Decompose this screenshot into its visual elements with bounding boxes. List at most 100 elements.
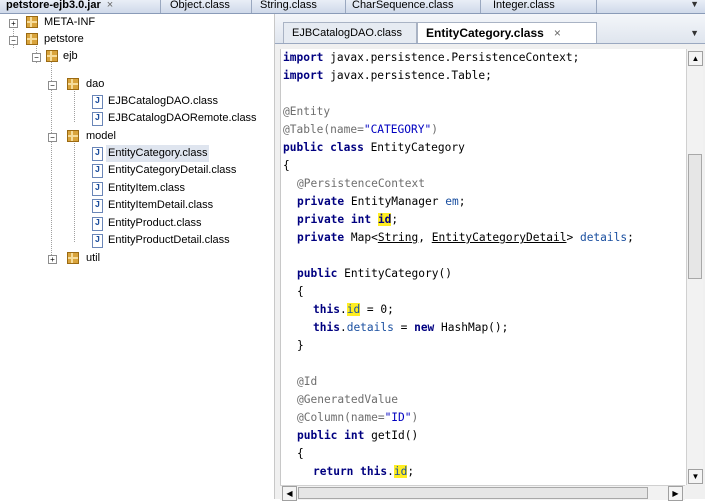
tree-node-petstore[interactable]: − petstore bbox=[0, 31, 270, 48]
package-icon bbox=[46, 50, 58, 62]
tab-entitycategory[interactable]: EntityCategory.class × bbox=[417, 22, 597, 43]
scroll-up-icon[interactable]: ▲ bbox=[688, 51, 703, 66]
tree-node-label: EntityItemDetail.class bbox=[108, 199, 214, 211]
code-line: @GeneratedValue bbox=[297, 393, 399, 406]
code-line: { bbox=[297, 447, 304, 460]
package-icon bbox=[67, 130, 79, 142]
code-line: import javax.persistence.PersistenceCont… bbox=[283, 51, 580, 64]
tab-string-class[interactable]: String.class bbox=[256, 0, 321, 13]
code-line: public int getId() bbox=[297, 429, 419, 442]
code-line: this.details = new HashMap(); bbox=[313, 321, 509, 334]
editor-tab-list-icon[interactable]: ▼ bbox=[690, 28, 699, 38]
tab-charsequence-class[interactable]: CharSequence.class bbox=[348, 0, 458, 13]
code-editor[interactable]: import javax.persistence.PersistenceCont… bbox=[280, 49, 686, 485]
project-tree: + META-INF − petstore − ejb − dao J EJBC… bbox=[0, 14, 275, 499]
tab-list-dropdown-icon[interactable]: ▼ bbox=[690, 0, 699, 9]
code-line: { bbox=[283, 159, 290, 172]
tree-node-label: EntityProductDetail.class bbox=[108, 234, 230, 246]
tab-label: EJBCatalogDAO.class bbox=[292, 27, 403, 39]
tree-node-util[interactable]: + util bbox=[0, 250, 270, 267]
tree-node-model[interactable]: − model bbox=[0, 128, 270, 145]
tab-label: String.class bbox=[260, 0, 317, 11]
class-file-icon: J bbox=[92, 182, 103, 196]
code-line: @Column(name="ID") bbox=[297, 411, 419, 424]
tree-node-label: EntityProduct.class bbox=[108, 217, 202, 229]
tree-node-file-selected[interactable]: J EntityCategory.class bbox=[0, 145, 270, 162]
tab-integer-class[interactable]: Integer.class bbox=[489, 0, 559, 13]
class-file-icon: J bbox=[92, 234, 103, 248]
tree-node-label: model bbox=[86, 130, 116, 142]
editor-tab-bar: EJBCatalogDAO.class EntityCategory.class… bbox=[275, 14, 705, 44]
code-line: @Entity bbox=[283, 105, 331, 118]
code-line: @PersistenceContext bbox=[297, 177, 425, 190]
package-icon bbox=[67, 78, 79, 90]
tab-separator bbox=[345, 0, 346, 13]
tree-node-label: EntityCategory.class bbox=[106, 145, 210, 162]
tab-ejbcatalogdao[interactable]: EJBCatalogDAO.class bbox=[283, 22, 417, 43]
code-line: } bbox=[297, 339, 304, 352]
code-line: return this.id; bbox=[313, 465, 415, 478]
code-line: @Table(name="CATEGORY") bbox=[283, 123, 438, 136]
code-line: private EntityManager em; bbox=[297, 195, 466, 208]
code-line: @Id bbox=[297, 375, 318, 388]
tree-node-file[interactable]: J EJBCatalogDAORemote.class bbox=[0, 110, 270, 127]
tab-separator bbox=[596, 0, 597, 13]
close-icon[interactable]: × bbox=[554, 26, 561, 40]
code-line: import javax.persistence.Table; bbox=[283, 69, 492, 82]
tree-node-label: util bbox=[86, 252, 101, 264]
tab-object-class[interactable]: Object.class bbox=[166, 0, 234, 13]
code-line: private int id; bbox=[297, 213, 399, 226]
collapse-icon[interactable]: − bbox=[48, 81, 57, 90]
class-file-icon: J bbox=[92, 95, 103, 109]
tab-label: CharSequence.class bbox=[352, 0, 454, 11]
tab-petstore-jar[interactable]: petstore-ejb3.0.jar × bbox=[2, 0, 117, 13]
tab-separator bbox=[251, 0, 252, 13]
tree-node-label: petstore bbox=[44, 33, 84, 45]
expand-icon[interactable]: + bbox=[48, 255, 57, 264]
tree-node-file[interactable]: J EntityItemDetail.class bbox=[0, 197, 270, 214]
class-file-icon: J bbox=[92, 147, 103, 161]
top-tab-bar: petstore-ejb3.0.jar × Object.class String… bbox=[0, 0, 705, 14]
tab-separator bbox=[480, 0, 481, 13]
tree-node-meta-inf[interactable]: + META-INF bbox=[0, 14, 270, 31]
tree-node-ejb[interactable]: − ejb bbox=[0, 48, 270, 65]
class-file-icon: J bbox=[92, 199, 103, 213]
close-icon[interactable]: × bbox=[107, 0, 113, 11]
tab-label: petstore-ejb3.0.jar bbox=[6, 0, 101, 11]
code-line: public EntityCategory() bbox=[297, 267, 452, 280]
tree-node-file[interactable]: J EntityCategoryDetail.class bbox=[0, 162, 270, 179]
horizontal-scrollbar[interactable]: ◀ ▶ bbox=[280, 485, 685, 501]
code-line: private Map<String, EntityCategoryDetail… bbox=[297, 231, 634, 244]
package-icon bbox=[26, 33, 38, 45]
code-line: public class EntityCategory bbox=[283, 141, 465, 154]
tree-node-file[interactable]: J EntityProduct.class bbox=[0, 215, 270, 232]
package-icon bbox=[67, 252, 79, 264]
code-line: this.id = 0; bbox=[313, 303, 394, 316]
tree-node-label: EJBCatalogDAORemote.class bbox=[108, 112, 257, 124]
expand-icon[interactable]: + bbox=[9, 19, 18, 28]
tree-node-label: ejb bbox=[63, 50, 78, 62]
class-file-icon: J bbox=[92, 217, 103, 231]
code-line: { bbox=[297, 285, 304, 298]
class-file-icon: J bbox=[92, 112, 103, 126]
scroll-thumb[interactable] bbox=[298, 487, 648, 499]
vertical-scrollbar[interactable]: ▲ ▼ bbox=[686, 49, 703, 485]
tab-label: Integer.class bbox=[493, 0, 555, 11]
tree-node-label: META-INF bbox=[44, 16, 96, 28]
tab-label: Object.class bbox=[170, 0, 230, 11]
tree-node-file[interactable]: J EJBCatalogDAO.class bbox=[0, 93, 270, 110]
package-icon bbox=[26, 16, 38, 28]
scroll-down-icon[interactable]: ▼ bbox=[688, 469, 703, 484]
tree-node-label: dao bbox=[86, 78, 105, 90]
collapse-icon[interactable]: − bbox=[9, 36, 18, 45]
collapse-icon[interactable]: − bbox=[48, 133, 57, 142]
tree-node-label: EntityCategoryDetail.class bbox=[108, 164, 237, 176]
scroll-thumb[interactable] bbox=[688, 154, 702, 279]
tree-node-file[interactable]: J EntityItem.class bbox=[0, 180, 270, 197]
collapse-icon[interactable]: − bbox=[32, 53, 41, 62]
tree-node-file[interactable]: J EntityProductDetail.class bbox=[0, 232, 270, 249]
class-file-icon: J bbox=[92, 164, 103, 178]
tree-node-dao[interactable]: − dao bbox=[0, 76, 270, 93]
tree-node-label: EntityItem.class bbox=[108, 182, 186, 194]
tab-label: EntityCategory.class bbox=[426, 26, 544, 40]
